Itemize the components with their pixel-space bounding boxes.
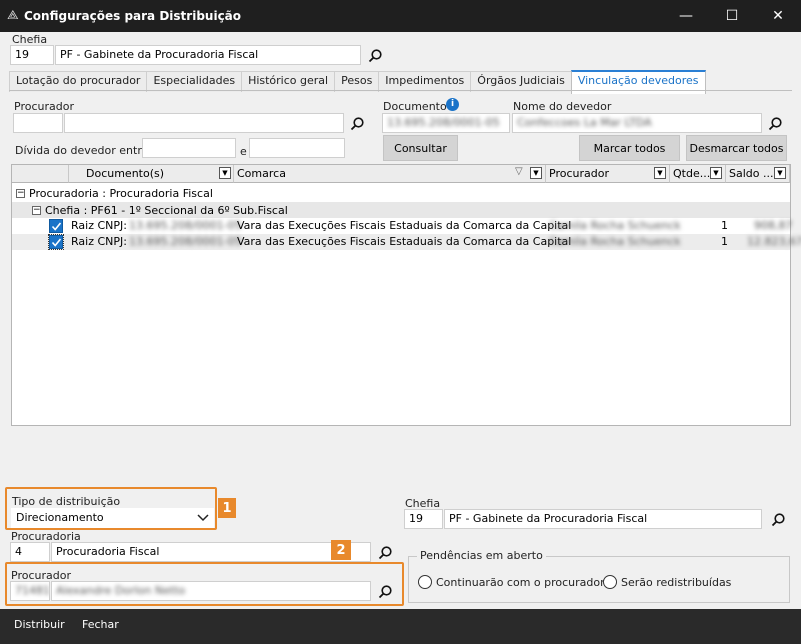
title-bar: ⟁ Configurações para Distribuição — ☐ ✕ xyxy=(0,0,801,32)
tab-especialidades[interactable]: Especialidades xyxy=(146,71,243,92)
procuradoria-name-field[interactable]: Procuradoria Fiscal xyxy=(51,542,371,562)
table-row[interactable]: Raiz CNPJ: 13.695.208/0001-05 Vara das E… xyxy=(12,234,801,250)
tipo-select[interactable]: Direcionamento xyxy=(11,508,214,528)
nome-devedor-field[interactable]: Confeccoes La Mar LTDA xyxy=(512,113,762,133)
callout-badge-1: 1 xyxy=(218,498,236,518)
filter-dropdown-icon[interactable]: ▼ xyxy=(710,167,722,179)
row-checkbox[interactable] xyxy=(48,234,64,250)
grid-header-documento[interactable]: Documento(s) ▼ xyxy=(69,165,234,183)
procurador-filter-label: Procurador xyxy=(14,100,74,113)
collapse-icon[interactable]: − xyxy=(16,188,25,198)
divida-max-field[interactable] xyxy=(249,138,345,158)
grid-header-saldo[interactable]: Saldo ... ▼ xyxy=(726,165,790,183)
tab-historico[interactable]: Histórico geral xyxy=(241,71,336,92)
callout-badge-2: 2 xyxy=(331,540,351,560)
radio-continuarao-label[interactable]: Continuarão com o procurador xyxy=(436,576,605,589)
chefia-name-field[interactable]: PF - Gabinete da Procuradoria Fiscal xyxy=(55,45,361,65)
search-icon[interactable] xyxy=(767,116,783,132)
nome-devedor-label: Nome do devedor xyxy=(513,100,612,113)
table-row[interactable]: Raiz CNPJ: 13.695.208/0001-05 Vara das E… xyxy=(12,218,793,234)
filter-dropdown-icon[interactable]: ▼ xyxy=(219,167,231,179)
radio-redistribuidas-label[interactable]: Serão redistribuídas xyxy=(621,576,731,589)
divida-min-field[interactable] xyxy=(142,138,236,158)
procurador-name-field[interactable]: Alexandre Dorlon Netto xyxy=(51,581,371,601)
radio-continuarao[interactable] xyxy=(418,575,432,589)
filter-dropdown-icon[interactable]: ▼ xyxy=(654,167,666,179)
window-title: Configurações para Distribuição xyxy=(24,9,242,23)
tab-pesos[interactable]: Pesos xyxy=(334,71,380,92)
tab-lotacao[interactable]: Lotação do procurador xyxy=(9,71,148,92)
info-icon[interactable]: i xyxy=(446,98,459,111)
chefia-code-field[interactable]: 19 xyxy=(10,45,54,65)
documento-label: Documento xyxy=(383,100,447,113)
procuradoria-code-field[interactable]: 4 xyxy=(10,542,50,562)
procurador-code-filter[interactable] xyxy=(13,113,63,133)
tab-strip: Lotação do procurador Especialidades His… xyxy=(9,70,706,94)
tab-orgaos[interactable]: Órgãos Judiciais xyxy=(470,71,572,92)
search-icon[interactable] xyxy=(770,512,786,528)
chevron-down-icon[interactable] xyxy=(197,513,209,523)
procurador-code-field[interactable]: 71481 xyxy=(10,581,50,601)
grid-header-comarca[interactable]: Comarca ▽ ▼ xyxy=(234,165,546,183)
tipo-label: Tipo de distribuição xyxy=(12,495,121,508)
divida-label: Dívida do devedor entre xyxy=(15,144,149,157)
grid-header-procurador[interactable]: Procurador ▼ xyxy=(546,165,670,183)
grid-header-spacer xyxy=(12,165,69,183)
search-icon[interactable] xyxy=(377,584,393,600)
close-icon[interactable]: ✕ xyxy=(755,0,801,32)
search-icon[interactable] xyxy=(367,48,383,64)
chefia-bottom-name-field[interactable]: PF - Gabinete da Procuradoria Fiscal xyxy=(444,509,762,529)
marcar-todos-button[interactable]: Marcar todos xyxy=(579,135,680,161)
fechar-button[interactable]: Fechar xyxy=(82,618,119,631)
tab-divider xyxy=(9,90,792,91)
group-row-chefia[interactable]: − Chefia : PF61 - 1º Seccional da 6º Sub… xyxy=(32,202,288,218)
procurador-name-filter[interactable] xyxy=(64,113,344,133)
desmarcar-todos-button[interactable]: Desmarcar todos xyxy=(686,135,787,161)
group-row-procuradoria[interactable]: − Procuradoria : Procuradoria Fiscal xyxy=(16,185,213,201)
divida-and-label: e xyxy=(240,145,247,158)
consultar-button[interactable]: Consultar xyxy=(383,135,458,161)
search-icon[interactable] xyxy=(349,116,365,132)
filter-funnel-icon[interactable]: ▽ xyxy=(515,166,523,177)
grid-header-qtde[interactable]: Qtde... ▼ xyxy=(670,165,726,183)
row-checkbox[interactable] xyxy=(49,219,63,233)
tab-impedimentos[interactable]: Impedimentos xyxy=(378,71,472,92)
collapse-icon[interactable]: − xyxy=(32,205,41,215)
pendencias-label: Pendências em aberto xyxy=(417,549,546,562)
filter-dropdown-icon[interactable]: ▼ xyxy=(774,167,786,179)
maximize-icon[interactable]: ☐ xyxy=(709,0,755,32)
footer-bar: Distribuir Fechar xyxy=(0,609,801,644)
devedores-grid: Documento(s) ▼ Comarca ▽ ▼ Procurador ▼ … xyxy=(11,164,801,426)
filter-dropdown-icon[interactable]: ▼ xyxy=(530,167,542,179)
app-icon: ⟁ xyxy=(7,8,19,23)
distribuir-button[interactable]: Distribuir xyxy=(14,618,65,631)
minimize-icon[interactable]: — xyxy=(663,0,709,32)
chefia-bottom-code-field[interactable]: 19 xyxy=(404,509,443,529)
radio-redistribuidas[interactable] xyxy=(603,575,617,589)
documento-field[interactable]: 13.695.208/0001-05 xyxy=(382,113,510,133)
search-icon[interactable] xyxy=(377,545,393,561)
